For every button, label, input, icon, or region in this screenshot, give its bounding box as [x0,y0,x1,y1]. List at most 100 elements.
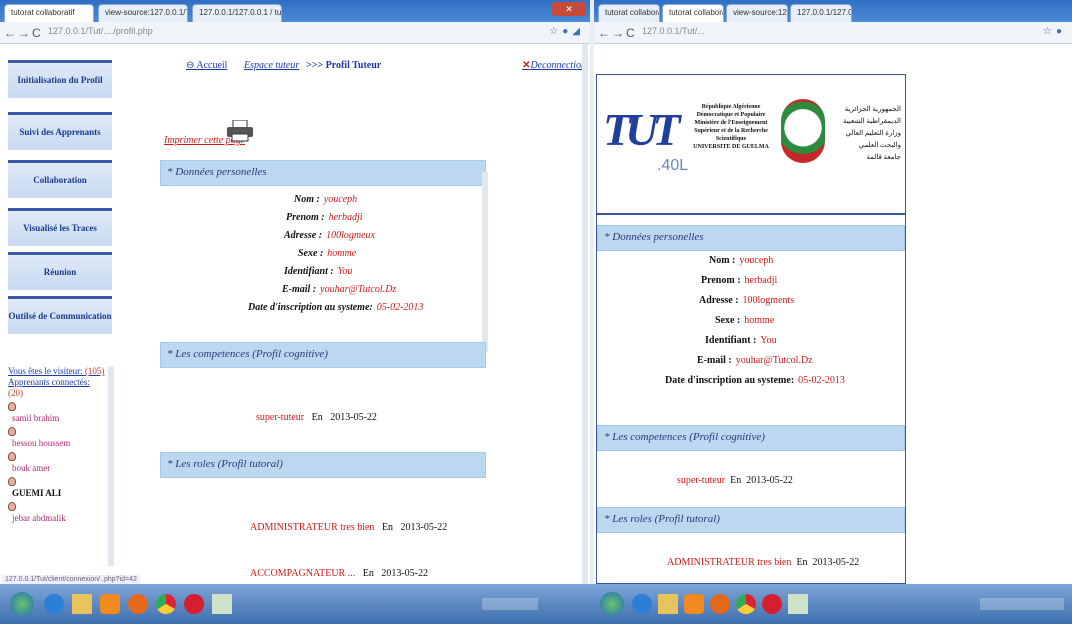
user-avatar-icon [8,477,16,486]
section-roles: * Les roles (Profil tutoral) [597,507,905,533]
tab-tutorat-2[interactable]: tutorat collaboratif [662,4,724,22]
section-personal-data: * Données personelles [160,160,486,186]
user-avatar-icon [8,427,16,436]
tut-logo: TUT [603,104,680,155]
section-roles: * Les roles (Profil tutoral) [160,452,486,478]
role-row: ADMINISTRATEUR tres bien En 2013-05-22 [250,522,448,533]
taskbar-firefox-icon[interactable] [128,594,148,614]
online-user[interactable]: bessou houssem [8,427,112,448]
back-icon[interactable]: ← [598,26,610,40]
field-email: E-mail : youhar@Tutcol.Dz [282,284,397,295]
system-tray [980,598,1064,610]
field-adresse: Adresse :100logments [699,295,795,306]
field-sexe: Sexe : homme [715,315,775,326]
tab-bar: tutorat collaboratif view-source:127.0.0… [0,0,590,22]
tab-phpmyadmin[interactable]: 127.0.0.1/127.0.0.1 / tut... [192,4,282,22]
taskbar-app-icon[interactable] [788,594,808,614]
taskbar-folder-icon[interactable] [72,594,92,614]
sidebar-item-suivi[interactable]: Suivi des Apprenants [8,112,112,150]
profil-tuteur-breadcrumb: >>> Profil Tuteur [306,60,382,71]
left-browser-window: tutorat collaboratif view-source:127.0.0… [0,0,590,584]
taskbar [0,584,1072,624]
forward-icon[interactable]: → [18,26,30,40]
tut-logo-sub: .40L [657,157,689,174]
url-field[interactable]: 127.0.0.1/Tut/..../profil.php [48,26,510,40]
home-link[interactable]: ⊖ Accueil [186,60,227,71]
taskbar-ie-icon[interactable] [632,594,652,614]
sidebar-item-traces[interactable]: Visualisé les Traces [8,208,112,246]
visitor-scrollbar[interactable] [108,366,114,566]
sidebar-item-communication[interactable]: Outilsé de Communication [8,296,112,334]
page-scrollbar[interactable] [582,44,588,584]
content-scrollbar[interactable] [482,172,488,352]
tab-phpmyadmin[interactable]: 127.0.0.1/127.0.0.1 / tut... [790,4,852,22]
visitor-label: Vous êtes le visiteur: (105) [8,366,105,376]
status-url: 127.0.0.1/Tut/client/connexion/..php?id=… [2,575,140,584]
start-button-2[interactable] [600,592,624,616]
print-preview-page: TUT .40L République Algérienne Démocrati… [596,74,906,584]
connected-label: Apprenants connectés: [8,377,90,387]
user-avatar-icon [8,402,16,411]
back-icon[interactable]: ← [4,26,16,40]
taskbar-chrome-icon[interactable] [156,594,176,614]
tab-bar: tutorat collaboratif tutorat collaborati… [594,0,1072,22]
field-email: E-mail : youhar@Tutcol.Dz [697,355,813,366]
field-identifiant: Identifiant : You [705,335,777,346]
sidebar-item-reunion[interactable]: Réunion [8,252,112,290]
taskbar-folder-icon[interactable] [658,594,678,614]
address-bar: ← → C 127.0.0.1/Tut/... ☆● [594,22,1072,44]
field-prenom: Prenom : herbadji [286,212,363,223]
taskbar-media-icon[interactable] [684,594,704,614]
system-tray [482,598,538,610]
online-user[interactable]: bouk amer [8,452,112,473]
role-row: ADMINISTRATEUR tres bien En 2013-05-22 [667,557,860,568]
top-nav: ⊖ Accueil Espace tuteur >>> Profil Tuteu… [186,60,590,80]
window-close-button[interactable]: ✕ [552,2,586,16]
section-personal-data: * Données personelles [597,225,905,251]
address-bar: ← → C 127.0.0.1/Tut/..../profil.php ☆●◢ [0,22,590,44]
user-avatar-icon [8,502,16,511]
online-user[interactable]: jebar abdmalik [8,502,112,523]
taskbar-media-icon[interactable] [100,594,120,614]
reload-icon[interactable]: C [626,26,635,40]
tab-view-source[interactable]: view-source:127.0.0.1/Tut/... [98,4,188,22]
field-prenom: Prenom : herbadji [701,275,778,286]
tab-tutorat-1[interactable]: tutorat collaboratif [598,4,660,22]
field-nom: Nom : youceph [294,194,358,205]
arabic-institution-text: الجمهورية الجزائرية الديمقراطية الشعبية … [843,105,901,161]
forward-icon[interactable]: → [612,26,624,40]
tab-tutorat[interactable]: tutorat collaboratif [4,4,94,22]
tab-view-source[interactable]: view-source:127.0.0.1/Tut/... [726,4,788,22]
taskbar-app-icon[interactable] [212,594,232,614]
taskbar-opera-icon[interactable] [762,594,782,614]
bookmark-star-icon[interactable]: ☆●◢ [549,26,584,37]
role-row: ACCOMPAGNATEUR ... En 2013-05-22 [250,568,428,579]
bookmark-star-icon[interactable]: ☆● [1043,26,1066,37]
taskbar-firefox-icon[interactable] [710,594,730,614]
taskbar-ie-icon[interactable] [44,594,64,614]
logout-link[interactable]: ✕Deconnection [522,60,586,71]
field-identifiant: Identifiant : You [284,266,353,277]
institution-text: République Algérienne Démocratique et Po… [693,104,769,150]
espace-tuteur-link[interactable]: Espace tuteur [244,60,299,71]
online-user[interactable]: GUEMI ALI [8,477,112,498]
reload-icon[interactable]: C [32,26,41,40]
user-avatar-icon [8,452,16,461]
sidebar: Initialisation du Profil Suivi des Appre… [0,44,124,584]
home-icon: ⊖ [186,60,195,71]
section-competences: * Les competences (Profil cognitive) [597,425,905,451]
field-date-inscription: Date d'inscription au systeme: 05-02-2013 [665,375,845,386]
sidebar-item-init-profil[interactable]: Initialisation du Profil [8,60,112,98]
taskbar-opera-icon[interactable] [184,594,204,614]
sidebar-item-collaboration[interactable]: Collaboration [8,160,112,198]
connected-count: (20) [8,388,23,398]
taskbar-chrome-icon[interactable] [736,594,756,614]
printer-icon[interactable] [226,120,254,142]
field-nom: Nom : youceph [709,255,774,266]
university-banner: TUT .40L République Algérienne Démocrati… [597,75,905,215]
online-user[interactable]: samil brahim [8,402,112,423]
start-button[interactable] [10,592,34,616]
url-field[interactable]: 127.0.0.1/Tut/... [642,26,992,40]
field-adresse: Adresse :100logmeux [284,230,375,241]
section-competences: * Les competences (Profil cognitive) [160,342,486,368]
